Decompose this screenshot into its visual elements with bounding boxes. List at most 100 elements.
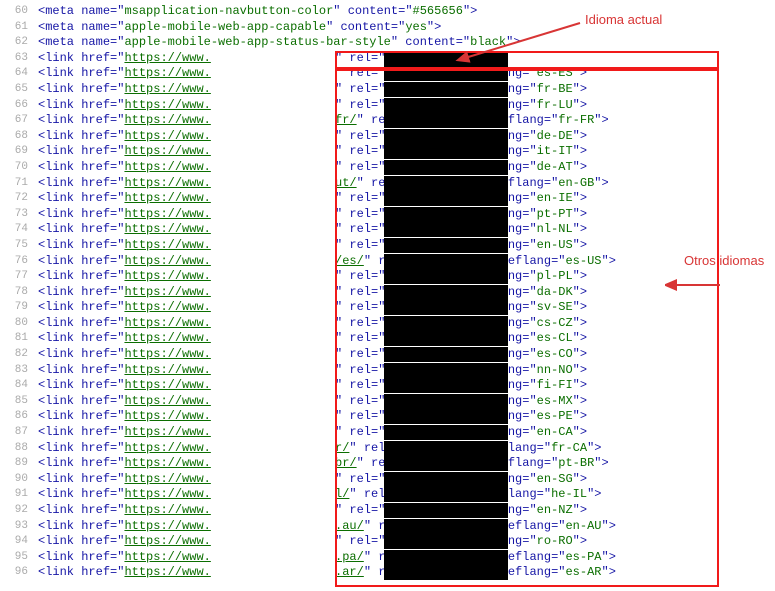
line-number: 79 [0, 300, 38, 316]
line-number: 71 [0, 176, 38, 192]
code-content: <link href="https://www." rel="alternate… [38, 316, 775, 332]
code-content: <link href="https://www." rel="alternate… [38, 285, 775, 301]
code-content: <link href="https://www." rel="alternate… [38, 82, 775, 98]
code-content: <link href="https://www.r/" rel="alterna… [38, 441, 775, 457]
code-line: 71<link href="https://www.ut/" rel="alte… [0, 176, 775, 192]
code-content: <link href="https://www." rel="alternate… [38, 378, 775, 394]
code-content: <link href="https://www..pa/" rel="alter… [38, 550, 775, 566]
line-number: 88 [0, 441, 38, 457]
code-content: <link href="https://www." rel="alternate… [38, 331, 775, 347]
line-number: 82 [0, 347, 38, 363]
code-content: <link href="https://www." rel="alternate… [38, 503, 775, 519]
code-line: 76<link href="https://www./es/" rel="alt… [0, 254, 775, 270]
code-line: 91<link href="https://www.l/" rel="alter… [0, 487, 775, 503]
code-line: 77<link href="https://www." rel="alterna… [0, 269, 775, 285]
line-number: 64 [0, 66, 38, 82]
code-content: <link href="https://www." rel="alternate… [38, 347, 775, 363]
code-content: <link href="https://www..ar/" rel="alter… [38, 565, 775, 581]
code-content: <link href="https://www." rel="alternate… [38, 534, 775, 550]
line-number: 90 [0, 472, 38, 488]
annotation-others-label: Otros idiomas [684, 253, 764, 268]
line-number: 61 [0, 20, 38, 36]
code-line: 87<link href="https://www." rel="alterna… [0, 425, 775, 441]
line-number: 81 [0, 331, 38, 347]
line-number: 80 [0, 316, 38, 332]
line-number: 75 [0, 238, 38, 254]
line-number: 70 [0, 160, 38, 176]
code-content: <link href="https://www." rel="alternate… [38, 191, 775, 207]
line-number: 67 [0, 113, 38, 129]
code-line: 94<link href="https://www." rel="alterna… [0, 534, 775, 550]
code-content: <link href="https://www." rel="alternate… [38, 207, 775, 223]
line-number: 94 [0, 534, 38, 550]
line-number: 86 [0, 409, 38, 425]
code-content: <link href="https://www." rel="alternate… [38, 66, 775, 82]
line-number: 83 [0, 363, 38, 379]
line-number: 87 [0, 425, 38, 441]
code-line: 88<link href="https://www.r/" rel="alter… [0, 441, 775, 457]
code-content: <link href="https://www.l/" rel="alterna… [38, 487, 775, 503]
code-content: <link href="https://www." rel="alternate… [38, 394, 775, 410]
code-line: 62<meta name="apple-mobile-web-app-statu… [0, 35, 775, 51]
code-content: <link href="https://www." rel="alternate… [38, 129, 775, 145]
code-line: 72<link href="https://www." rel="alterna… [0, 191, 775, 207]
code-content: <link href="https://www." rel="alternate… [38, 98, 775, 114]
line-number: 85 [0, 394, 38, 410]
code-line: 66<link href="https://www." rel="alterna… [0, 98, 775, 114]
line-number: 66 [0, 98, 38, 114]
line-number: 77 [0, 269, 38, 285]
code-content: <link href="https://www." rel="alternate… [38, 425, 775, 441]
line-number: 84 [0, 378, 38, 394]
line-number: 89 [0, 456, 38, 472]
code-line: 89<link href="https://www.br/" rel="alte… [0, 456, 775, 472]
code-line: 83<link href="https://www." rel="alterna… [0, 363, 775, 379]
code-line: 86<link href="https://www." rel="alterna… [0, 409, 775, 425]
code-line: 79<link href="https://www." rel="alterna… [0, 300, 775, 316]
code-line: 90<link href="https://www." rel="alterna… [0, 472, 775, 488]
code-line: 67<link href="https://www.fr/" rel="alte… [0, 113, 775, 129]
code-line: 63<link href="https://www." rel="canonic… [0, 51, 775, 67]
code-line: 70<link href="https://www." rel="alterna… [0, 160, 775, 176]
code-content: <link href="https://www..au/" rel="alter… [38, 519, 775, 535]
code-line: 84<link href="https://www." rel="alterna… [0, 378, 775, 394]
line-number: 76 [0, 254, 38, 270]
code-line: 74<link href="https://www." rel="alterna… [0, 222, 775, 238]
code-line: 80<link href="https://www." rel="alterna… [0, 316, 775, 332]
code-line: 65<link href="https://www." rel="alterna… [0, 82, 775, 98]
code-line: 85<link href="https://www." rel="alterna… [0, 394, 775, 410]
code-line: 93<link href="https://www..au/" rel="alt… [0, 519, 775, 535]
code-content: <link href="https://www.fr/" rel="altern… [38, 113, 775, 129]
line-number: 69 [0, 144, 38, 160]
line-number: 72 [0, 191, 38, 207]
code-content: <link href="https://www./es/" rel="alter… [38, 254, 775, 270]
code-line: 68<link href="https://www." rel="alterna… [0, 129, 775, 145]
code-content: <link href="https://www." rel="alternate… [38, 238, 775, 254]
line-number: 95 [0, 550, 38, 566]
line-number: 65 [0, 82, 38, 98]
line-number: 78 [0, 285, 38, 301]
code-line: 92<link href="https://www." rel="alterna… [0, 503, 775, 519]
code-line: 95<link href="https://www..pa/" rel="alt… [0, 550, 775, 566]
line-number: 73 [0, 207, 38, 223]
code-content: <link href="https://www.ut/" rel="altern… [38, 176, 775, 192]
code-content: <link href="https://www." rel="alternate… [38, 300, 775, 316]
code-content: <link href="https://www.br/" rel="altern… [38, 456, 775, 472]
line-number: 91 [0, 487, 38, 503]
line-number: 96 [0, 565, 38, 581]
code-content: <meta name="apple-mobile-web-app-status-… [38, 35, 775, 51]
code-line: 96<link href="https://www..ar/" rel="alt… [0, 565, 775, 581]
code-line: 81<link href="https://www." rel="alterna… [0, 331, 775, 347]
code-content: <meta name="msapplication-navbutton-colo… [38, 4, 775, 20]
code-content: <link href="https://www." rel="alternate… [38, 160, 775, 176]
code-content: <link href="https://www." rel="alternate… [38, 409, 775, 425]
line-number: 74 [0, 222, 38, 238]
code-line: 73<link href="https://www." rel="alterna… [0, 207, 775, 223]
code-content: <link href="https://www." rel="alternate… [38, 363, 775, 379]
line-number: 68 [0, 129, 38, 145]
code-content: <meta name="apple-mobile-web-app-capable… [38, 20, 775, 36]
code-line: 78<link href="https://www." rel="alterna… [0, 285, 775, 301]
line-number: 92 [0, 503, 38, 519]
code-content: <link href="https://www." rel="alternate… [38, 144, 775, 160]
line-number: 62 [0, 35, 38, 51]
code-line: 64<link href="https://www." rel="alterna… [0, 66, 775, 82]
